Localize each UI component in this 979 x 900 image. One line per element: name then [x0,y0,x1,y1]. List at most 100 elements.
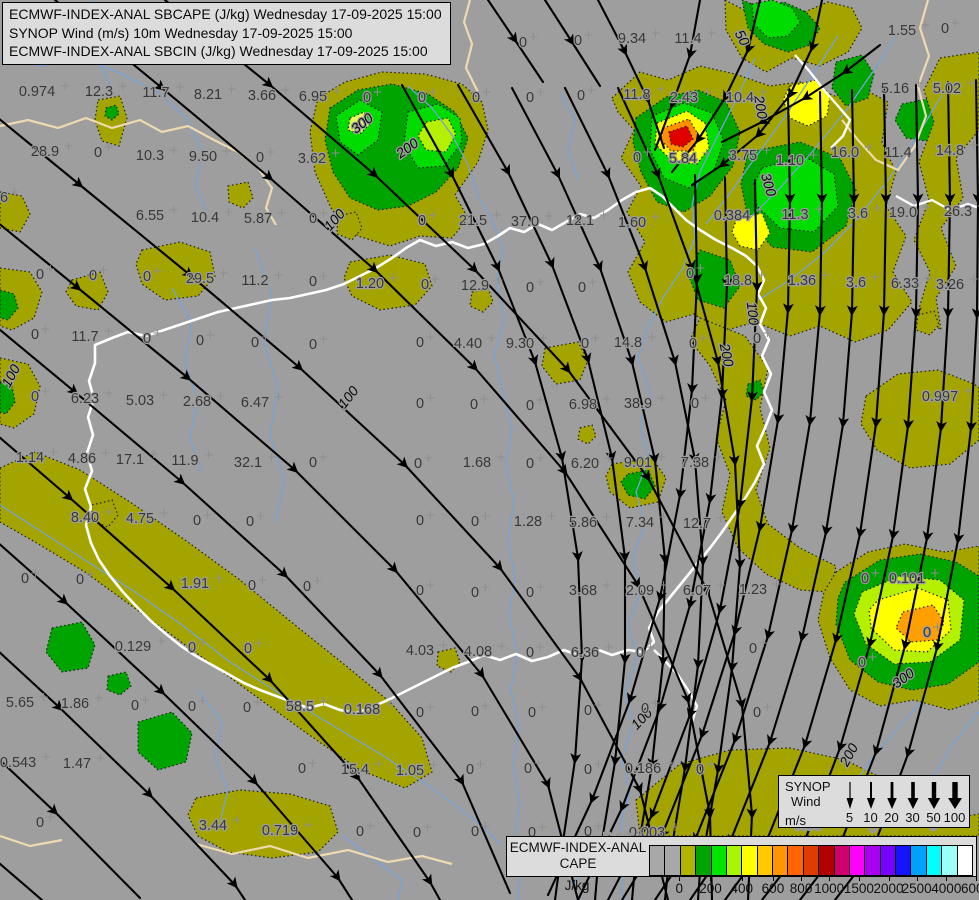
map-canvas: 300200100100100502003001002003002001009.… [0,0,979,900]
sbcin-value-label: 0 [526,90,534,106]
sbcin-value-label: 7.38 [681,455,709,471]
sbcin-value-label: 0 [76,572,84,588]
sbcin-value-label: 0 [528,705,536,721]
sbcin-value-label: 9.30 [506,336,534,352]
sbcin-value-label: 0 [416,335,424,351]
wind-arrow-5: 5 [839,780,860,825]
sbcin-value-label: 6.36 [571,645,599,661]
sbcin-value-label: 0 [471,704,479,720]
wind-arrow-icon [863,780,879,809]
sbcin-value-label: 0 [246,514,254,530]
sbcin-value-label: 2.68 [183,394,211,410]
sbcin-value-label: 3.68 [569,583,597,599]
sbcin-value-label: 0.101 [889,571,925,587]
sbcin-value-label: 1.14 [16,450,44,466]
sbcin-value-label: 0 [471,824,479,840]
cape-color-cell [758,845,773,876]
sbcin-value-label: 0 [471,585,479,601]
sbcin-value-label: 0 [196,333,204,349]
cape-tick-label: 600 [762,881,785,896]
sbcin-value-label: 0 [526,585,534,601]
title-line-sbcape: ECMWF-INDEX-ANAL SBCAPE (J/kg) Wednesday… [9,5,442,24]
sbcin-value-label: 5.86 [569,515,597,531]
cape-colorbar-ticks: 0200400600800100015002000250040006000 [648,877,976,899]
sbcin-value-label: 6 [0,190,8,206]
sbcin-value-label: 0 [418,90,426,106]
sbcin-value-label: 0 [251,335,259,351]
cape-color-strip [649,845,973,876]
wind-arrow-50: 50 [923,780,944,825]
sbcin-value-label: 0 [416,513,424,529]
sbcin-value-label: 11.7 [71,329,98,345]
sbcin-value-label: 6.55 [136,208,164,224]
sbcin-value-label: 0 [248,578,256,594]
sbcin-value-label: 12.1 [566,213,594,229]
sbcin-value-label: 0 [143,269,151,285]
sbcin-value-label: 10.3 [136,148,164,164]
cape-tick-label: 400 [730,881,753,896]
sbcin-value-label: 3.62 [298,151,326,167]
wind-speed-label: 10 [863,810,877,825]
cape-color-cell [896,845,911,876]
sbcin-value-label: 58.5 [286,699,314,715]
cape-tick-label: 1000 [814,881,844,896]
sbcin-value-label: 4.86 [68,451,96,467]
sbcin-value-label: 10.4 [726,90,754,106]
sbcin-value-label: 0 [413,825,421,841]
cape-color-cell [649,845,665,876]
sbcin-value-label: 0 [36,267,44,283]
sbcin-value-label: 8.40 [71,510,99,526]
sbcin-value-label: 12.9 [461,278,489,294]
sbcin-value-label: 0 [574,33,582,49]
cape-color-cell [927,845,942,876]
wind-speed-label: 30 [905,810,919,825]
cape-tick-label: 2000 [874,881,904,896]
sbcin-value-label: 0 [31,389,39,405]
sbcin-value-label: 0 [256,150,264,166]
cape-color-cell [742,845,757,876]
cape-color-cell [850,845,865,876]
cape-color-cell [788,845,803,876]
sbcin-value-label: 0 [749,641,757,657]
sbcin-value-label: 1.55 [888,23,916,39]
sbcin-value-label: 6.23 [71,391,99,407]
sbcin-value-label: 0 [466,762,474,778]
sbcin-value-label: 1.10 [776,153,804,169]
sbcin-value-label: 9.01 [624,455,652,471]
sbcin-value-label: 0 [131,698,139,714]
sbcin-value-label: 1.91 [181,576,209,592]
sbcin-value-label: 1.86 [61,696,89,712]
wind-speed-arrow-scale: 5 10 20 30 50100 [839,779,965,825]
sbcin-value-label: 14.8 [614,335,642,351]
wind-arrow-100: 100 [944,780,965,825]
wind-speed-label: 20 [884,810,898,825]
sbcin-value-label: 4.75 [126,511,154,527]
wind-arrow-icon [926,780,942,809]
cape-color-cell [727,845,742,876]
sbcin-value-label: 5.02 [933,81,961,97]
sbcin-value-label: 0 [526,645,534,661]
sbcin-value-label: 3.66 [248,88,276,104]
sbcin-value-label: 0 [470,397,478,413]
sbcin-value-label: 4.08 [464,644,492,660]
wind-arrow-icon [947,780,963,809]
cape-color-cell [881,845,896,876]
sbcin-value-label: 6.07 [683,583,711,599]
cape-color-cell [942,845,957,876]
sbcin-value-label: 0 [21,571,29,587]
sbcin-value-label: 1.05 [396,763,424,779]
wind-speed-label: 5 [846,810,853,825]
synop-legend-subtitle: Wind [785,794,839,809]
sbcin-value-label: 0 [636,645,644,661]
sbcin-value-label: 3.26 [936,277,964,293]
sbcin-value-label: 0 [243,700,251,716]
sbcin-value-label: 6.98 [569,397,597,413]
sbcin-value-label: 0 [578,280,586,296]
sbcin-value-label: 12.7 [683,516,711,532]
sbcin-value-label: 0 [641,701,649,717]
cape-tick-label: 200 [699,881,722,896]
cape-color-cell [819,845,834,876]
sbcin-value-label: 11.3 [781,207,808,223]
sbcin-value-label: 1.47 [63,756,91,772]
sbcin-value-label: 16.0 [831,145,859,161]
